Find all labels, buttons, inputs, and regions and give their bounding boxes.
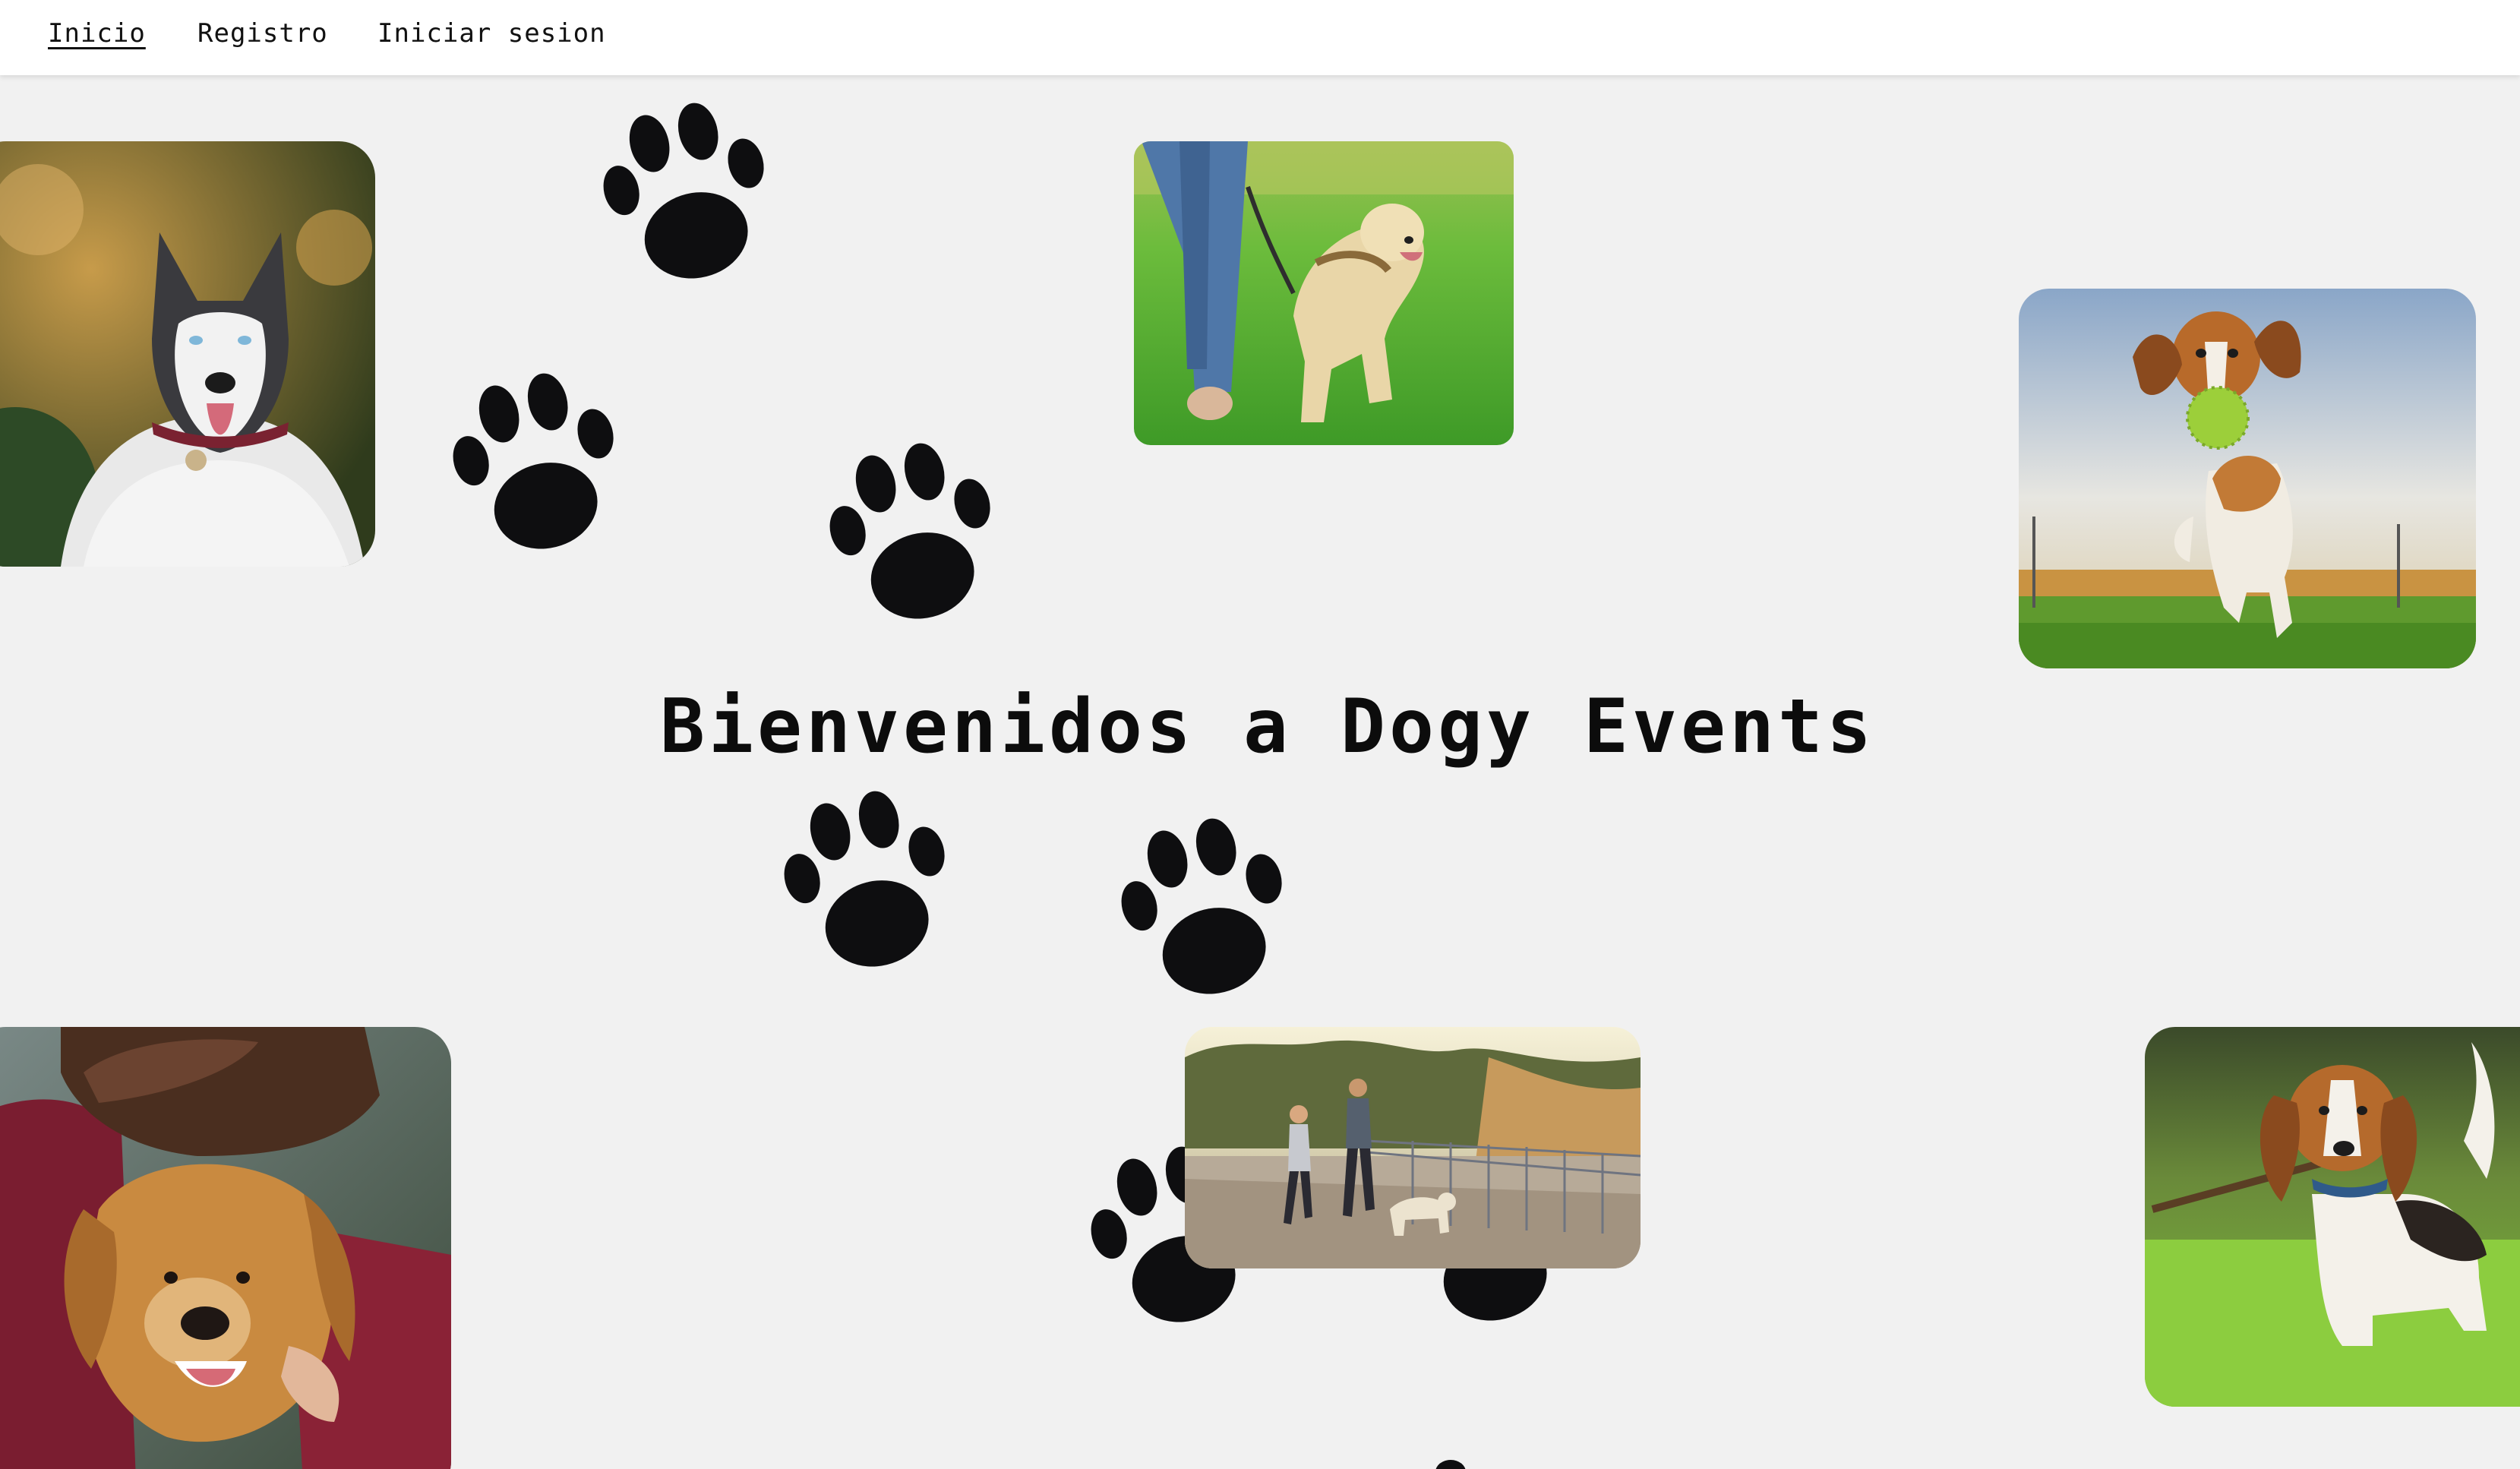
paw-print-icon [591,97,784,302]
paw-print-icon [1109,813,1302,1018]
paw-print-icon [772,785,965,990]
beagle-ball-photo [2019,289,2476,668]
top-navbar: Inicio Registro Iniciar sesion [0,0,2520,75]
beagle-stick-photo [2145,1027,2520,1407]
husky-photo [0,141,375,567]
nav-link-iniciar-sesion[interactable]: Iniciar sesion [377,18,606,49]
paw-print-icon [1409,1457,1492,1469]
page: Inicio Registro Iniciar sesion Bienvenid… [0,0,2520,1469]
paw-print-icon [441,368,633,573]
dog-walk-photo [1134,141,1514,445]
running-couple-photo [1185,1027,1641,1268]
paw-print-icon [817,438,1010,643]
page-title: Bienvenidos a Dogy Events [659,684,1876,770]
nav-link-inicio[interactable]: Inicio [48,18,146,49]
hug-dog-photo [0,1027,451,1469]
nav-link-registro[interactable]: Registro [197,18,328,49]
